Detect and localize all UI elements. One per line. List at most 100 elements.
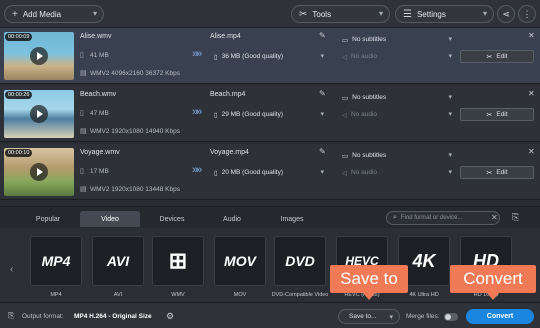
source-file-size: 41 MB <box>90 52 109 59</box>
audio-dropdown[interactable]: ◁ No audio ▾ <box>338 166 456 179</box>
output-file-name[interactable]: Alise.mp4 <box>210 33 241 40</box>
audio-label: No audio <box>351 53 378 60</box>
merge-files-toggle[interactable] <box>444 313 458 321</box>
format-label: WMV <box>171 292 185 298</box>
video-thumbnail[interactable]: 00:00:26 <box>4 90 74 138</box>
tab-video[interactable]: Video <box>80 211 140 227</box>
speaker-icon: ◁ <box>342 53 347 61</box>
duration-badge: 00:00:26 <box>5 91 33 99</box>
subtitles-icon: ▭ <box>342 152 349 160</box>
rename-pencil-icon[interactable]: ✎ <box>319 89 326 98</box>
chevron-down-icon: ▾ <box>320 53 324 60</box>
speaker-icon: ◁ <box>342 111 347 119</box>
video-thumbnail[interactable]: 00:00:09 <box>4 32 74 80</box>
menu-button[interactable]: ⋮ <box>518 5 536 23</box>
rename-pencil-icon[interactable]: ✎ <box>319 147 326 156</box>
tools-button[interactable]: ✂ Tools ▾ <box>291 5 390 23</box>
rename-pencil-icon[interactable]: ✎ <box>319 31 326 40</box>
output-quality-dropdown[interactable]: ▯ 36 MB (Good quality) ▾ <box>210 50 328 63</box>
format-tile-text: MP4 <box>41 253 71 269</box>
duration-badge: 00:00:09 <box>5 33 33 41</box>
mov-format-icon: MOV <box>214 236 266 286</box>
source-file-name: Beach.wmv <box>80 91 117 98</box>
output-file-name[interactable]: Beach.mp4 <box>210 91 245 98</box>
format-settings-icon[interactable]: ⎘ <box>512 212 519 223</box>
scroll-left-icon[interactable]: ‹ <box>10 264 13 275</box>
file-icon: ▯ <box>214 53 218 61</box>
edit-button[interactable]: ✂ Edit <box>460 108 534 121</box>
audio-dropdown[interactable]: ◁ No audio ▾ <box>338 108 456 121</box>
tab-popular[interactable]: Popular <box>18 211 78 227</box>
subtitles-dropdown[interactable]: ▭ No subtitles ▾ <box>338 33 456 46</box>
format-search-input[interactable]: ⌕ Find format or device... <box>386 211 500 225</box>
output-format-value-text: MP4 H.264 - Original Size <box>74 313 152 320</box>
speaker-icon: ◁ <box>342 169 347 177</box>
video-thumbnail[interactable]: 00:00:10 <box>4 148 74 196</box>
tab-label: Audio <box>223 215 241 223</box>
format-tabs-bar: Popular Video Devices Audio Images ⌕ Fin… <box>0 206 540 228</box>
play-icon[interactable] <box>30 105 48 123</box>
share-button[interactable]: ⋖ <box>497 5 515 23</box>
file-icon: ▯ <box>80 168 84 175</box>
format-dvd[interactable]: DVD DVD-Compatible Video <box>270 236 330 298</box>
tab-label: Images <box>280 215 304 223</box>
format-tile-text: 4K <box>412 250 436 271</box>
format-avi[interactable]: AVI AVI <box>88 236 148 298</box>
format-label: AVI <box>113 292 123 298</box>
subtitles-icon: ▭ <box>342 36 349 44</box>
output-format-value[interactable]: MP4 H.264 - Original Size <box>74 313 152 320</box>
format-mp4[interactable]: MP4 MP4 <box>26 236 86 298</box>
format-tile-text: AVI <box>106 253 130 269</box>
source-file-size: 47 MB <box>90 110 109 117</box>
search-icon: ⌕ <box>393 214 397 221</box>
subtitles-label: No subtitles <box>352 36 387 43</box>
add-media-button[interactable]: + Add Media ▾ <box>4 5 104 23</box>
convert-arrow-icon: »» <box>192 48 202 60</box>
audio-dropdown[interactable]: ◁ No audio ▾ <box>338 50 456 63</box>
output-size-label: 20 MB (Good quality) <box>221 169 283 176</box>
source-file-name: Voyage.wmv <box>80 149 120 156</box>
subtitles-label: No subtitles <box>352 152 387 159</box>
settings-button[interactable]: ☰ Settings ▾ <box>395 5 494 23</box>
subtitles-dropdown[interactable]: ▭ No subtitles ▾ <box>338 149 456 162</box>
tab-devices[interactable]: Devices <box>142 211 202 227</box>
play-icon[interactable] <box>30 47 48 65</box>
output-quality-dropdown[interactable]: ▯ 29 MB (Good quality) ▾ <box>210 108 328 121</box>
file-row[interactable]: 00:00:26 Beach.wmv ▯ 47 MB ▤ WMV2 1920x1… <box>0 86 540 142</box>
play-icon[interactable] <box>30 163 48 181</box>
save-to-button[interactable]: Save to... ▾ <box>338 309 400 324</box>
remove-file-icon[interactable]: ✕ <box>528 31 535 40</box>
file-row[interactable]: 00:00:10 Voyage.wmv ▯ 17 MB ▤ WMV2 1920x… <box>0 144 540 200</box>
chevron-down-icon: ▾ <box>320 169 324 176</box>
tab-audio[interactable]: Audio <box>202 211 262 227</box>
format-mov[interactable]: MOV MOV <box>210 236 270 298</box>
tab-images[interactable]: Images <box>262 211 322 227</box>
output-file-name[interactable]: Voyage.mp4 <box>210 149 249 156</box>
gear-icon[interactable]: ⚙ <box>166 311 174 322</box>
tools-label: Tools <box>312 9 332 19</box>
clear-search-icon[interactable]: ✕ <box>491 213 498 222</box>
convert-button[interactable]: Convert <box>466 309 534 324</box>
format-wmv[interactable]: ⊞ WMV <box>148 236 208 298</box>
remove-file-icon[interactable]: ✕ <box>528 89 535 98</box>
more-icon: ⋮ <box>522 8 532 19</box>
add-media-label: Add Media <box>22 9 62 19</box>
chevron-down-icon: ▾ <box>482 9 487 18</box>
tab-label: Devices <box>159 215 185 223</box>
chevron-down-icon: ▾ <box>448 111 452 118</box>
source-file-info: WMV2 1920x1080 14940 Kbps <box>90 128 180 135</box>
output-format-label: Output format: <box>22 313 64 320</box>
settings-label: Settings <box>416 9 446 19</box>
search-placeholder: Find format or device... <box>400 215 463 221</box>
file-row[interactable]: 00:00:09 Alise.wmv ▯ 41 MB ▤ WMV2 4096x2… <box>0 28 540 84</box>
plus-icon: + <box>12 8 18 20</box>
share-icon: ⋖ <box>502 8 510 19</box>
tools-icon: ✂ <box>299 8 308 20</box>
remove-file-icon[interactable]: ✕ <box>528 147 535 156</box>
chevron-down-icon: ▾ <box>448 152 452 159</box>
output-quality-dropdown[interactable]: ▯ 20 MB (Good quality) ▾ <box>210 166 328 179</box>
edit-button[interactable]: ✂ Edit <box>460 166 534 179</box>
edit-button[interactable]: ✂ Edit <box>460 50 534 63</box>
subtitles-dropdown[interactable]: ▭ No subtitles ▾ <box>338 91 456 104</box>
format-tile-text: MOV <box>224 253 256 269</box>
